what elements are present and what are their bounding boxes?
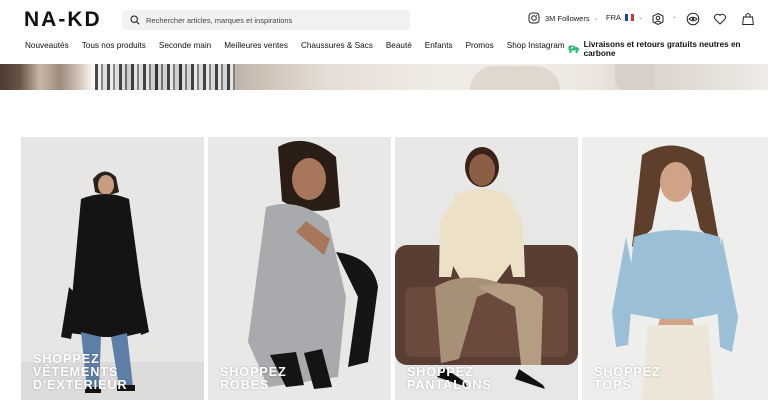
nav-item-beaute[interactable]: Beauté [386, 41, 412, 50]
shipping-promo[interactable]: Livraisons et retours gratuits neutres e… [568, 40, 768, 58]
hero-banner-image[interactable] [0, 64, 768, 90]
chevron-down-icon: ⌄ [672, 14, 678, 20]
nav-item-tous-nos-produits[interactable]: Tous nos produits [82, 41, 146, 50]
user-icon [652, 12, 664, 26]
dresses-model-image [208, 137, 391, 400]
search-icon [130, 15, 140, 25]
category-label: Shoppez vêtements d'extérieur [33, 353, 128, 392]
category-label: Shoppez pantalons [407, 366, 492, 392]
nav-item-enfants[interactable]: Enfants [425, 41, 453, 50]
wishlist-button[interactable] [712, 11, 728, 27]
nav-item-seconde-main[interactable]: Seconde main [159, 41, 211, 50]
hero-figure-bag [615, 64, 655, 90]
category-grid: Shoppez vêtements d'extérieur Shoppez ro… [21, 137, 768, 400]
site-logo[interactable]: NA-KD [24, 8, 102, 32]
category-tile-tops[interactable]: Shoppez tops [582, 137, 768, 400]
category-label-line: robes [220, 378, 270, 392]
main-nav: Nouveautés Tous nos produits Seconde mai… [25, 41, 578, 50]
nav-item-shop-instagram[interactable]: Shop Instagram [507, 41, 565, 50]
cart-button[interactable] [740, 11, 756, 27]
followers-count: 3M Followers [545, 13, 590, 23]
search-input[interactable] [146, 15, 396, 25]
bookshelf-decor [95, 64, 235, 90]
chevron-down-icon: ⌄ [593, 15, 599, 22]
france-flag-icon [625, 14, 634, 21]
eco-truck-icon [568, 45, 580, 53]
eye-icon [686, 12, 700, 26]
language-selector[interactable]: FRA ⌄ [606, 13, 643, 22]
hero-figure [470, 66, 560, 90]
visually-similar-button[interactable] [685, 11, 701, 27]
category-label: Shoppez tops [594, 366, 661, 392]
instagram-icon [528, 12, 540, 24]
instagram-followers[interactable]: 3M Followers ⌄ [528, 12, 599, 24]
nav-item-nouveautes[interactable]: Nouveautés [25, 41, 69, 50]
language-label: FRA [606, 13, 621, 22]
category-label: Shoppez robes [220, 366, 287, 392]
category-label-line: tops [594, 378, 632, 392]
heart-icon [714, 13, 726, 25]
tops-model-image [582, 137, 768, 400]
category-label-line: d'extérieur [33, 378, 128, 392]
category-tile-outerwear[interactable]: Shoppez vêtements d'extérieur [21, 137, 204, 400]
account-button[interactable] [650, 11, 666, 27]
category-tile-dresses[interactable]: Shoppez robes [208, 137, 391, 400]
nav-item-chaussures-sacs[interactable]: Chaussures & Sacs [301, 41, 373, 50]
shopping-bag-icon [742, 13, 754, 25]
pants-model-image [395, 137, 578, 400]
category-tile-pants[interactable]: Shoppez pantalons [395, 137, 578, 400]
site-header: NA-KD 3M Followers ⌄ FRA ⌄ ⌄ [0, 0, 768, 38]
chevron-down-icon: ⌄ [638, 15, 644, 21]
nav-item-promos[interactable]: Promos [466, 41, 494, 50]
nav-item-meilleures-ventes[interactable]: Meilleures ventes [224, 41, 288, 50]
shipping-promo-text: Livraisons et retours gratuits neutres e… [583, 40, 741, 58]
search-bar[interactable] [122, 10, 410, 30]
category-label-line: pantalons [407, 378, 492, 392]
